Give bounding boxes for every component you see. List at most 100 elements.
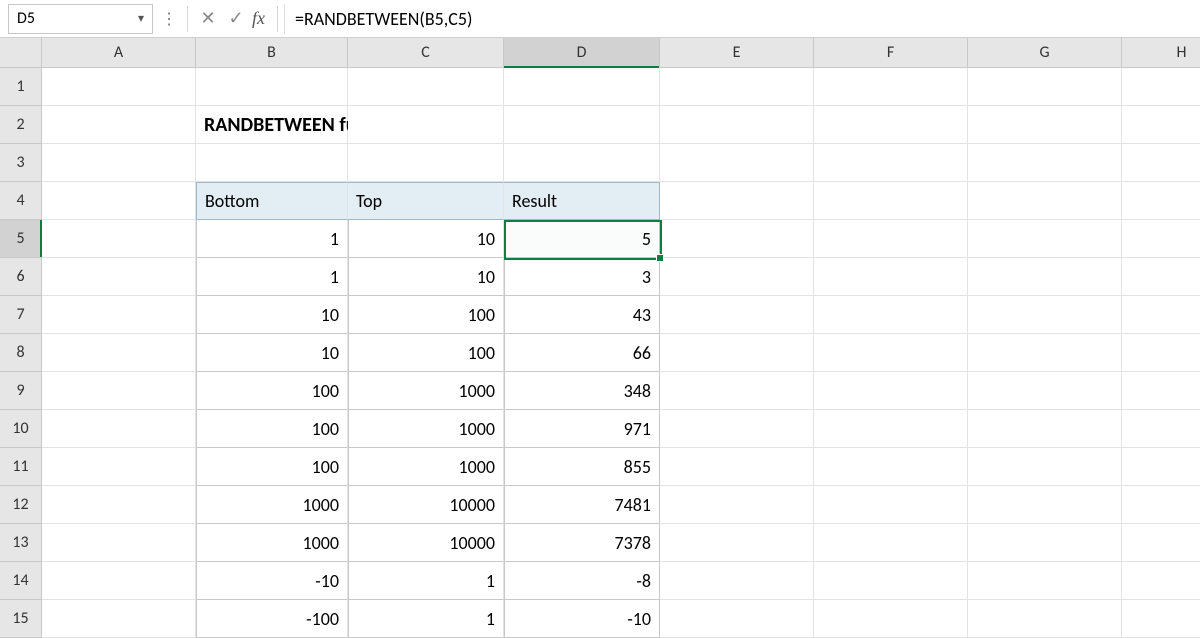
- cell-H[interactable]: [1122, 486, 1200, 524]
- table-cell-result-10[interactable]: 971: [504, 410, 660, 448]
- column-header-E[interactable]: E: [660, 38, 814, 68]
- cell-H[interactable]: [1122, 334, 1200, 372]
- table-cell-top-7[interactable]: 100: [348, 296, 504, 334]
- column-header-G[interactable]: G: [968, 38, 1122, 68]
- row-header-12[interactable]: 12: [0, 486, 42, 524]
- fill-handle[interactable]: [656, 254, 664, 262]
- table-cell-bottom-12[interactable]: 1000: [196, 486, 348, 524]
- row-header-15[interactable]: 15: [0, 600, 42, 638]
- column-header-H[interactable]: H: [1122, 38, 1200, 68]
- name-box[interactable]: D5 ▾: [8, 4, 153, 34]
- cell-E[interactable]: [660, 600, 814, 638]
- cell-F[interactable]: [814, 144, 968, 182]
- table-cell-result-11[interactable]: 855: [504, 448, 660, 486]
- cell-H[interactable]: [1122, 296, 1200, 334]
- cell-F[interactable]: [814, 600, 968, 638]
- cell-F[interactable]: [814, 182, 968, 220]
- row-header-13[interactable]: 13: [0, 524, 42, 562]
- row-header-3[interactable]: 3: [0, 144, 42, 182]
- cell-B[interactable]: [196, 144, 348, 182]
- cell-A[interactable]: [42, 372, 196, 410]
- cell-E[interactable]: [660, 220, 814, 258]
- cell-E[interactable]: [660, 68, 814, 106]
- table-cell-top-9[interactable]: 1000: [348, 372, 504, 410]
- table-cell-bottom-8[interactable]: 10: [196, 334, 348, 372]
- cell-C[interactable]: [348, 106, 504, 144]
- table-cell-top-6[interactable]: 10: [348, 258, 504, 296]
- cell-F[interactable]: [814, 562, 968, 600]
- cell-D[interactable]: [504, 106, 660, 144]
- cell-G[interactable]: [968, 486, 1122, 524]
- cell-H[interactable]: [1122, 372, 1200, 410]
- cell-G[interactable]: [968, 524, 1122, 562]
- fx-icon[interactable]: fx: [250, 8, 271, 29]
- cell-A[interactable]: [42, 68, 196, 106]
- table-header-bottom[interactable]: Bottom: [196, 182, 348, 220]
- cell-H[interactable]: [1122, 600, 1200, 638]
- cell-A[interactable]: [42, 448, 196, 486]
- cell-E[interactable]: [660, 144, 814, 182]
- row-header-2[interactable]: 2: [0, 106, 42, 144]
- cell-E[interactable]: [660, 106, 814, 144]
- cell-F[interactable]: [814, 372, 968, 410]
- cell-G[interactable]: [968, 600, 1122, 638]
- table-header-result[interactable]: Result: [504, 182, 660, 220]
- table-cell-top-14[interactable]: 1: [348, 562, 504, 600]
- cell-A[interactable]: [42, 144, 196, 182]
- cell-A[interactable]: [42, 562, 196, 600]
- cell-F[interactable]: [814, 334, 968, 372]
- table-cell-result-15[interactable]: -10: [504, 600, 660, 638]
- cell-H[interactable]: [1122, 524, 1200, 562]
- cell-G[interactable]: [968, 334, 1122, 372]
- cell-G[interactable]: [968, 68, 1122, 106]
- cell-G[interactable]: [968, 258, 1122, 296]
- cell-G[interactable]: [968, 372, 1122, 410]
- chevron-down-icon[interactable]: ▾: [138, 11, 144, 26]
- row-header-14[interactable]: 14: [0, 562, 42, 600]
- enter-icon[interactable]: ✓: [222, 5, 250, 33]
- table-cell-bottom-10[interactable]: 100: [196, 410, 348, 448]
- table-cell-top-11[interactable]: 1000: [348, 448, 504, 486]
- cell-G[interactable]: [968, 144, 1122, 182]
- table-cell-result-6[interactable]: 3: [504, 258, 660, 296]
- formula-input[interactable]: =RANDBETWEEN(B5,C5): [284, 4, 1200, 34]
- cell-A[interactable]: [42, 258, 196, 296]
- cell-E[interactable]: [660, 372, 814, 410]
- cell-F[interactable]: [814, 524, 968, 562]
- table-cell-result-5[interactable]: 5: [504, 220, 660, 258]
- cell-F[interactable]: [814, 258, 968, 296]
- table-cell-result-14[interactable]: -8: [504, 562, 660, 600]
- table-cell-top-5[interactable]: 10: [348, 220, 504, 258]
- cell-F[interactable]: [814, 106, 968, 144]
- cell-H[interactable]: [1122, 68, 1200, 106]
- cell-E[interactable]: [660, 258, 814, 296]
- row-header-8[interactable]: 8: [0, 334, 42, 372]
- table-cell-top-8[interactable]: 100: [348, 334, 504, 372]
- cell-H[interactable]: [1122, 562, 1200, 600]
- cell-A[interactable]: [42, 524, 196, 562]
- cell-F[interactable]: [814, 220, 968, 258]
- cell-A[interactable]: [42, 106, 196, 144]
- cells-area[interactable]: RANDBETWEEN functionBottomTopResult11051…: [42, 68, 1200, 638]
- column-header-A[interactable]: A: [42, 38, 196, 68]
- cell-E[interactable]: [660, 182, 814, 220]
- column-header-C[interactable]: C: [348, 38, 504, 68]
- table-cell-result-8[interactable]: 66: [504, 334, 660, 372]
- cell-E[interactable]: [660, 410, 814, 448]
- table-cell-bottom-9[interactable]: 100: [196, 372, 348, 410]
- cell-A[interactable]: [42, 182, 196, 220]
- column-header-D[interactable]: D: [504, 38, 660, 68]
- cell-F[interactable]: [814, 296, 968, 334]
- cell-G[interactable]: [968, 106, 1122, 144]
- cell-A[interactable]: [42, 296, 196, 334]
- cell-A[interactable]: [42, 334, 196, 372]
- cell-H[interactable]: [1122, 220, 1200, 258]
- row-header-4[interactable]: 4: [0, 182, 42, 220]
- cell-H[interactable]: [1122, 448, 1200, 486]
- cell-C[interactable]: [348, 144, 504, 182]
- drag-handle-icon[interactable]: ⋮: [157, 9, 181, 29]
- row-header-10[interactable]: 10: [0, 410, 42, 448]
- row-header-1[interactable]: 1: [0, 68, 42, 106]
- cell-H[interactable]: [1122, 258, 1200, 296]
- select-all-corner[interactable]: [0, 38, 42, 68]
